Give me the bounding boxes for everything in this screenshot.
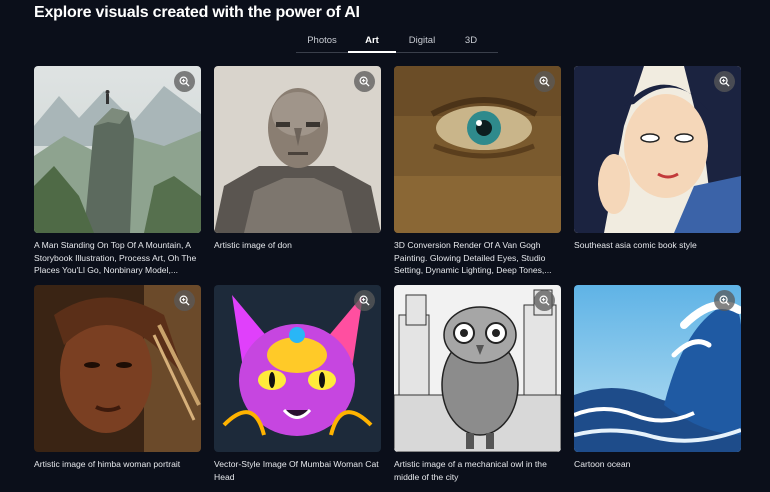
gallery-thumbnail[interactable] <box>574 285 741 452</box>
zoom-in-icon <box>359 76 370 87</box>
himba-portrait-illustration <box>34 285 201 452</box>
zoom-in-icon <box>539 295 550 306</box>
gallery-thumbnail[interactable] <box>394 285 561 452</box>
gallery-card[interactable]: A Man Standing On Top Of A Mountain, A S… <box>34 66 201 277</box>
gallery-thumbnail[interactable] <box>214 66 381 233</box>
image-caption: Artistic image of himba woman portrait <box>34 459 181 469</box>
gallery-card[interactable]: Cartoon ocean <box>574 285 741 488</box>
tab-digital[interactable]: Digital <box>396 31 448 52</box>
tab-art[interactable]: Art <box>348 31 396 53</box>
zoom-in-icon <box>359 295 370 306</box>
gallery-thumbnail[interactable] <box>214 285 381 452</box>
gallery-card[interactable]: Vector-Style Image Of Mumbai Woman Cat H… <box>214 285 381 488</box>
zoom-button[interactable] <box>354 71 375 92</box>
zoom-button[interactable] <box>534 71 555 92</box>
tab-3d[interactable]: 3D <box>448 31 494 52</box>
tab-photos[interactable]: Photos <box>296 31 348 52</box>
image-gallery: A Man Standing On Top Of A Mountain, A S… <box>34 66 742 488</box>
image-caption: 3D Conversion Render Of A Van Gogh Paint… <box>394 240 552 276</box>
zoom-in-icon <box>179 295 190 306</box>
gallery-thumbnail[interactable] <box>34 66 201 233</box>
zoom-in-icon <box>179 76 190 87</box>
zoom-button[interactable] <box>714 71 735 92</box>
zoom-in-icon <box>719 76 730 87</box>
zoom-button[interactable] <box>174 290 195 311</box>
image-caption: Artistic image of don <box>214 240 292 250</box>
mountain-illustration <box>34 66 201 233</box>
page-title: Explore visuals created with the power o… <box>34 4 360 21</box>
eye-closeup-painting <box>394 66 561 233</box>
image-caption: A Man Standing On Top Of A Mountain, A S… <box>34 240 197 276</box>
gallery-thumbnail[interactable] <box>34 285 201 452</box>
image-caption: Artistic image of a mechanical owl in th… <box>394 459 547 482</box>
gallery-thumbnail[interactable] <box>574 66 741 233</box>
armored-man-illustration <box>214 66 381 233</box>
image-caption: Vector-Style Image Of Mumbai Woman Cat H… <box>214 459 379 482</box>
image-caption: Cartoon ocean <box>574 459 631 469</box>
comic-portrait-illustration <box>574 66 741 233</box>
gallery-card[interactable]: Artistic image of don <box>214 66 381 277</box>
zoom-in-icon <box>719 295 730 306</box>
gallery-card[interactable]: Artistic image of a mechanical owl in th… <box>394 285 561 488</box>
category-tabs: Photos Art Digital 3D <box>296 31 498 53</box>
mechanical-owl-illustration <box>394 285 561 452</box>
gallery-thumbnail[interactable] <box>394 66 561 233</box>
gallery-card[interactable]: Artistic image of himba woman portrait <box>34 285 201 488</box>
zoom-in-icon <box>539 76 550 87</box>
image-caption: Southeast asia comic book style <box>574 240 697 250</box>
cat-head-illustration <box>214 285 381 452</box>
zoom-button[interactable] <box>534 290 555 311</box>
ocean-wave-illustration <box>574 285 741 452</box>
zoom-button[interactable] <box>714 290 735 311</box>
zoom-button[interactable] <box>174 71 195 92</box>
gallery-card[interactable]: 3D Conversion Render Of A Van Gogh Paint… <box>394 66 561 277</box>
gallery-card[interactable]: Southeast asia comic book style <box>574 66 741 277</box>
zoom-button[interactable] <box>354 290 375 311</box>
